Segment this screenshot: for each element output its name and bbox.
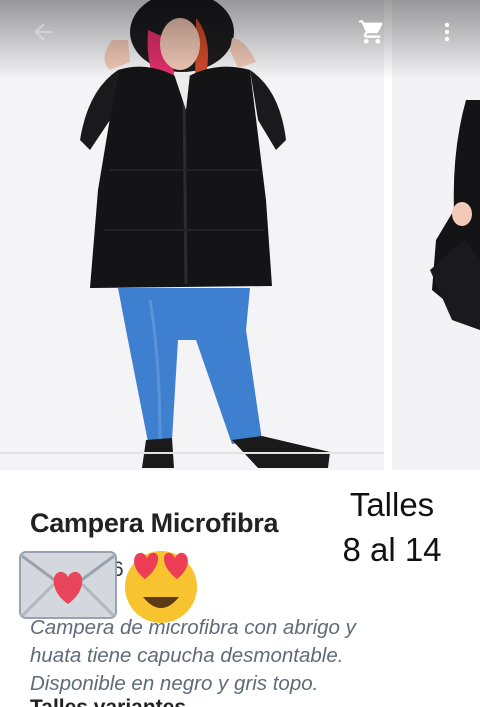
description-cutoff-text: Talles variantes	[30, 696, 186, 707]
product-image-gallery[interactable]	[0, 0, 480, 470]
back-button[interactable]	[25, 14, 61, 50]
cart-button[interactable]	[354, 14, 390, 50]
shopping-cart-icon	[359, 20, 383, 44]
love-letter-icon	[19, 551, 117, 619]
product-title: Campera Microfibra	[30, 508, 279, 538]
sizes-label: Talles 8 al 14	[330, 482, 454, 572]
description-line: huata tiene capucha desmontable.	[30, 644, 344, 667]
floor-line	[0, 452, 384, 454]
sizes-label-line2: 8 al 14	[342, 531, 442, 568]
overflow-menu-button[interactable]	[429, 14, 465, 50]
arrow-back-icon	[34, 23, 52, 41]
heart-eyes-face-icon	[125, 551, 197, 623]
toolbar-shade	[0, 0, 480, 80]
more-vert-icon	[444, 22, 450, 42]
product-description: Campera de microfibra con abrigo y huata…	[30, 614, 450, 698]
sizes-label-line1: Talles	[349, 486, 435, 523]
description-line: Disponible en negro y gris topo.	[30, 672, 319, 695]
